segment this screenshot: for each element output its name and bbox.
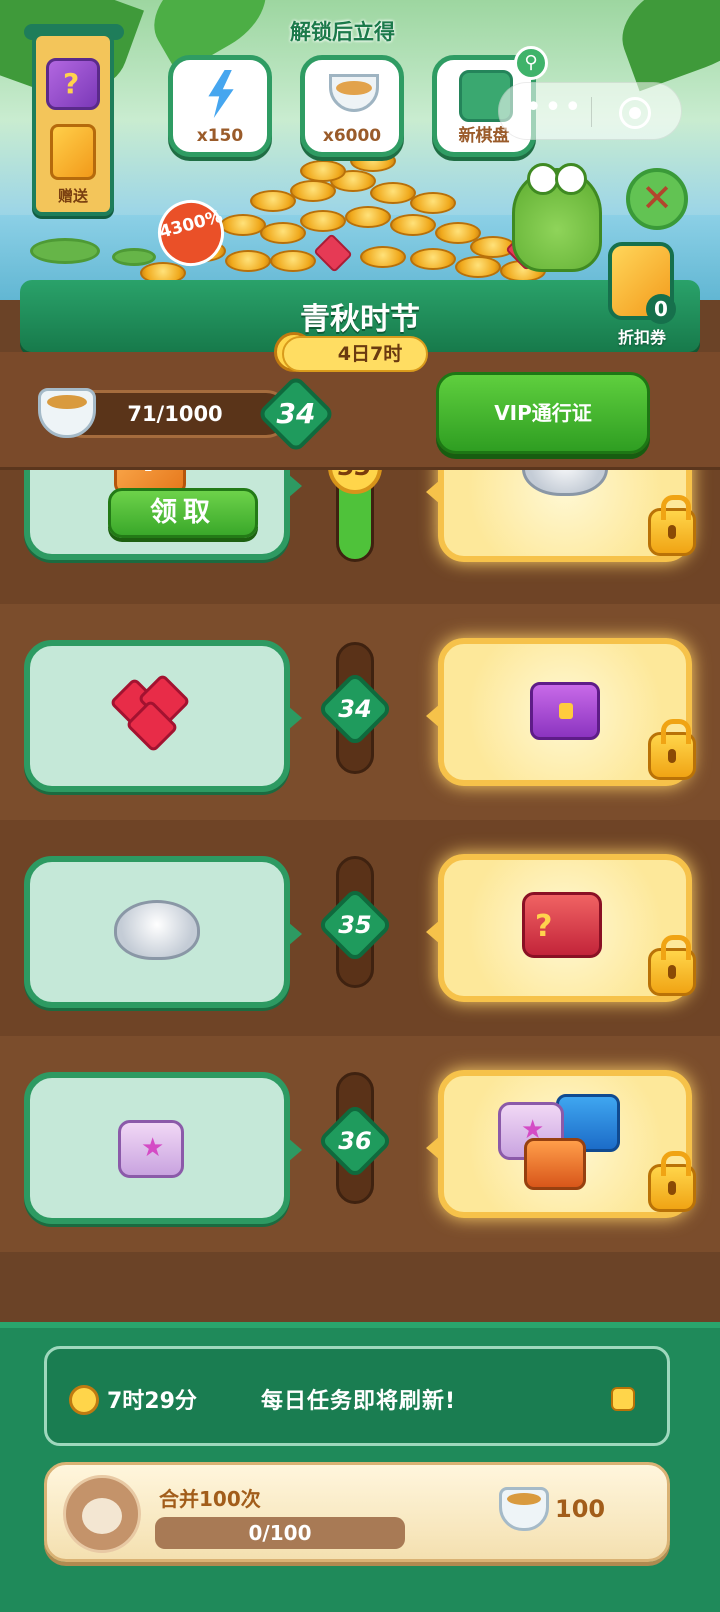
reward-card-tea[interactable]: x6000 bbox=[300, 55, 404, 157]
purple-chest-icon bbox=[530, 682, 600, 740]
vip-reward-card[interactable] bbox=[426, 638, 696, 786]
task-progress-bar: 0/100 bbox=[155, 1517, 405, 1549]
reward-row: 36 bbox=[0, 1036, 720, 1252]
leaf-decoration bbox=[608, 0, 720, 92]
level-number: 34 bbox=[276, 397, 316, 430]
task-card[interactable]: 合并100次 0/100 100 bbox=[44, 1462, 670, 1562]
more-menu-button[interactable]: ••• bbox=[519, 93, 589, 131]
frog-mascot bbox=[512, 163, 602, 272]
silver-plate-icon bbox=[522, 470, 608, 496]
reward-card-energy[interactable]: x150 bbox=[168, 55, 272, 157]
free-reward-card[interactable] bbox=[24, 1072, 302, 1224]
close-button[interactable]: ✕ bbox=[626, 168, 688, 230]
search-icon[interactable]: ⚲ bbox=[514, 46, 548, 80]
free-reward-card[interactable] bbox=[24, 856, 302, 1008]
gold-ticket-icon bbox=[50, 124, 96, 180]
lock-icon bbox=[648, 719, 696, 780]
lilac-chest-icon bbox=[118, 1120, 184, 1178]
free-reward-card[interactable]: 领取 bbox=[24, 470, 302, 560]
reward-amount: x150 bbox=[196, 126, 244, 146]
reward-row: 35 bbox=[0, 820, 720, 1036]
task-reward-amount: 100 bbox=[555, 1495, 606, 1523]
refresh-countdown: 7时29分 bbox=[107, 1389, 197, 1414]
mini-program-capsule: ••• bbox=[498, 82, 682, 140]
free-reward-card[interactable] bbox=[24, 640, 302, 792]
claim-button[interactable]: 领取 bbox=[108, 488, 258, 538]
red-mystery-chest-icon bbox=[522, 892, 602, 958]
task-progress-text: 0/100 bbox=[248, 1521, 312, 1545]
vip-reward-card[interactable] bbox=[426, 854, 696, 1002]
level-node-label: 36 bbox=[338, 1127, 372, 1155]
lily-pad bbox=[30, 238, 100, 264]
reward-row: 34 bbox=[0, 604, 720, 820]
vip-reward-card[interactable] bbox=[426, 1070, 696, 1218]
task-refresh-banner: 7时29分 每日任务即将刷新! bbox=[44, 1346, 670, 1446]
lock-icon bbox=[611, 1387, 635, 1411]
daily-tasks-panel: 7时29分 每日任务即将刷新! 合并100次 0/100 100 bbox=[0, 1322, 720, 1612]
coupon-label: 折扣券 bbox=[617, 328, 666, 347]
lock-icon bbox=[648, 1151, 696, 1212]
silver-plate-icon bbox=[114, 900, 200, 960]
purple-gift-box-icon bbox=[46, 58, 100, 110]
discount-coupon[interactable]: 0 折扣券 bbox=[596, 242, 688, 352]
alarm-clock-icon bbox=[69, 1385, 99, 1415]
merge-task-icon bbox=[63, 1475, 141, 1553]
refresh-message: 每日任务即将刷新! bbox=[261, 1389, 457, 1414]
event-timer: 4日7时 bbox=[282, 336, 428, 372]
level-node-label: 34 bbox=[338, 695, 372, 723]
coupon-count: 0 bbox=[646, 294, 676, 324]
lightning-icon bbox=[208, 70, 234, 118]
vip-reward-card[interactable] bbox=[426, 470, 696, 562]
reward-track-list[interactable]: 领取 33 34 35 bbox=[0, 470, 720, 1260]
level-node-label: 35 bbox=[338, 911, 372, 939]
level-node-label: 33 bbox=[328, 470, 382, 494]
teacup-icon bbox=[329, 74, 379, 112]
teacup-icon bbox=[499, 1487, 549, 1531]
lock-icon bbox=[648, 495, 696, 556]
close-target-button[interactable] bbox=[619, 97, 651, 129]
capsule-divider bbox=[591, 97, 592, 127]
reward-amount: x6000 bbox=[322, 126, 382, 146]
close-icon: ✕ bbox=[641, 176, 673, 220]
gift-label: 赠送 bbox=[57, 187, 88, 205]
ruby-gems-icon bbox=[109, 673, 200, 753]
reward-row: 领取 33 bbox=[0, 470, 720, 604]
gift-scroll[interactable]: 赠送 bbox=[32, 32, 114, 216]
pass-progress-text: 71/1000 bbox=[127, 402, 223, 426]
vip-pass-button[interactable]: VIP通行证 bbox=[436, 372, 650, 454]
lock-icon bbox=[648, 935, 696, 996]
unlock-title: 解锁后立得 bbox=[290, 20, 395, 44]
task-title: 合并100次 bbox=[159, 1487, 261, 1511]
